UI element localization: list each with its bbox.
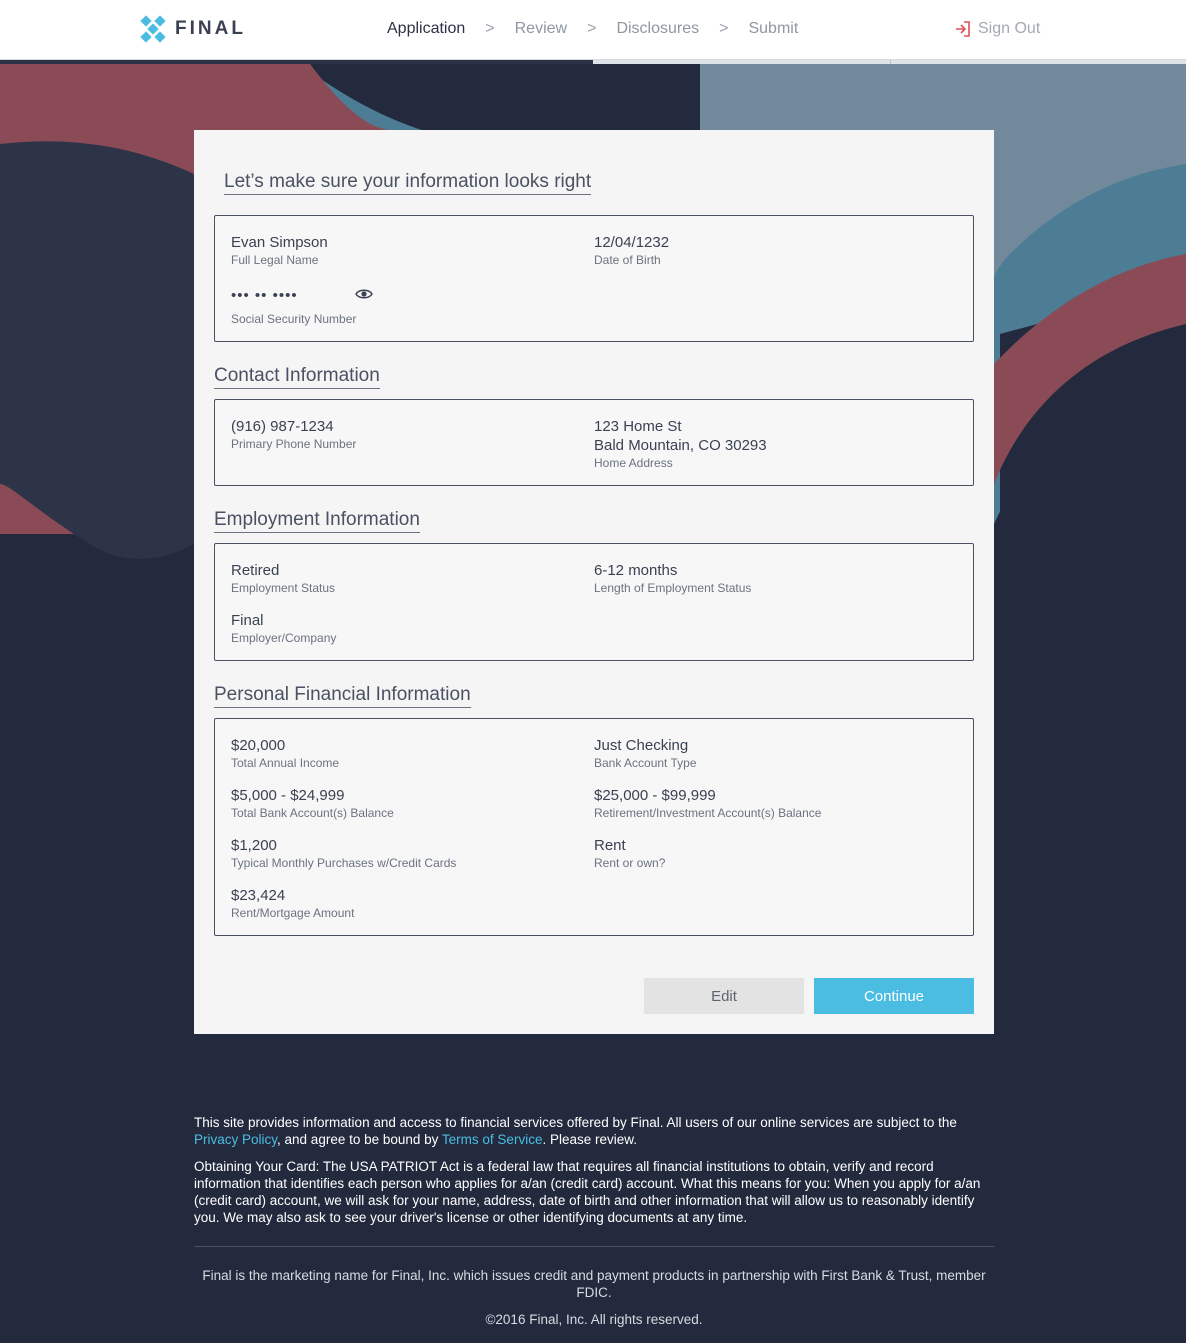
step-separator: > bbox=[719, 20, 729, 37]
progress-bar bbox=[0, 60, 1186, 64]
full-name-field: Evan Simpson Full Legal Name bbox=[231, 233, 328, 268]
full-name-label: Full Legal Name bbox=[231, 253, 319, 267]
employment-length-label: Length of Employment Status bbox=[594, 581, 752, 595]
step-application[interactable]: Application bbox=[387, 20, 465, 38]
copyright: ©2016 Final, Inc. All rights reserved. bbox=[485, 1312, 703, 1327]
sign-out-icon bbox=[956, 21, 970, 37]
contact-section-title: Contact Information bbox=[214, 365, 380, 389]
top-nav-bar: FINAL Application > Review > Disclosures… bbox=[0, 0, 1186, 60]
dob-field: 12/04/1232 Date of Birth bbox=[594, 233, 669, 268]
sign-out-button[interactable]: Sign Out bbox=[955, 20, 1040, 38]
address-line2: Bald Mountain, CO 30293 bbox=[594, 437, 767, 454]
review-card: Let’s make sure your information looks r… bbox=[194, 130, 994, 1034]
employment-status-field: Retired Employment Status bbox=[231, 561, 335, 596]
account-type-field: Just Checking Bank Account Type bbox=[594, 736, 697, 771]
phone-value: (916) 987-1234 bbox=[231, 418, 334, 435]
full-name-value: Evan Simpson bbox=[231, 234, 328, 251]
account-type-value: Just Checking bbox=[594, 737, 689, 754]
identity-box: Evan Simpson Full Legal Name 12/04/1232 … bbox=[214, 215, 974, 342]
phone-field: (916) 987-1234 Primary Phone Number bbox=[231, 417, 356, 452]
retirement-balance-field: $25,000 - $99,999 Retirement/Investment … bbox=[594, 786, 821, 821]
account-type-label: Bank Account Type bbox=[594, 756, 697, 770]
address-line1: 123 Home St bbox=[594, 418, 682, 435]
rent-amount-field: $23,424 Rent/Mortgage Amount bbox=[231, 886, 354, 921]
employer-field: Final Employer/Company bbox=[231, 611, 336, 646]
ssn-label: Social Security Number bbox=[231, 312, 357, 326]
marketing-disclaimer: Final is the marketing name for Final, I… bbox=[202, 1268, 986, 1300]
retirement-balance-label: Retirement/Investment Account(s) Balance bbox=[594, 806, 822, 820]
bank-balance-field: $5,000 - $24,999 Total Bank Account(s) B… bbox=[231, 786, 394, 821]
bank-balance-value: $5,000 - $24,999 bbox=[231, 787, 345, 804]
employer-label: Employer/Company bbox=[231, 631, 337, 645]
dob-value: 12/04/1232 bbox=[594, 234, 670, 251]
terms-of-service-link[interactable]: Terms of Service bbox=[442, 1132, 543, 1147]
footer-text: This site provides information and acces… bbox=[194, 1115, 957, 1130]
monthly-purchases-value: $1,200 bbox=[231, 837, 277, 854]
contact-box: (916) 987-1234 Primary Phone Number 123 … bbox=[214, 399, 974, 486]
financial-section-title: Personal Financial Information bbox=[214, 684, 471, 708]
patriot-act-paragraph: Obtaining Your Card: The USA PATRIOT Act… bbox=[194, 1159, 981, 1225]
employment-length-field: 6-12 months Length of Employment Status bbox=[594, 561, 751, 596]
footer: This site provides information and acces… bbox=[194, 1114, 994, 1328]
employment-length-value: 6-12 months bbox=[594, 562, 678, 579]
continue-button[interactable]: Continue bbox=[814, 978, 974, 1014]
final-logo-icon bbox=[140, 15, 166, 43]
sign-out-label: Sign Out bbox=[978, 20, 1041, 37]
step-submit[interactable]: Submit bbox=[748, 20, 798, 38]
monthly-purchases-label: Typical Monthly Purchases w/Credit Cards bbox=[231, 856, 457, 870]
footer-text: . Please review. bbox=[542, 1132, 637, 1147]
dob-label: Date of Birth bbox=[594, 253, 661, 267]
privacy-policy-link[interactable]: Privacy Policy bbox=[194, 1132, 277, 1147]
step-separator: > bbox=[587, 20, 597, 37]
employment-section-title: Employment Information bbox=[214, 509, 420, 533]
eye-icon[interactable] bbox=[355, 287, 373, 301]
rent-or-own-label: Rent or own? bbox=[594, 856, 666, 870]
ssn-field: ••• •• •••• Social Security Number bbox=[231, 286, 431, 327]
footer-text: , and agree to be bound by bbox=[277, 1132, 442, 1147]
logo[interactable]: FINAL bbox=[139, 14, 246, 44]
card-title: Let’s make sure your information looks r… bbox=[224, 171, 592, 195]
logo-text: FINAL bbox=[175, 18, 246, 39]
address-field: 123 Home St Bald Mountain, CO 30293 Home… bbox=[594, 417, 767, 471]
step-separator: > bbox=[485, 20, 495, 37]
phone-label: Primary Phone Number bbox=[231, 437, 357, 451]
ssn-masked-value: ••• •• •••• bbox=[231, 287, 298, 304]
monthly-purchases-field: $1,200 Typical Monthly Purchases w/Credi… bbox=[231, 836, 456, 871]
bank-balance-label: Total Bank Account(s) Balance bbox=[231, 806, 394, 820]
employment-status-value: Retired bbox=[231, 562, 280, 579]
income-label: Total Annual Income bbox=[231, 756, 340, 770]
rent-or-own-value: Rent bbox=[594, 837, 626, 854]
footer-divider bbox=[194, 1246, 994, 1247]
employment-box: Retired Employment Status 6-12 months Le… bbox=[214, 543, 974, 661]
financial-box: $20,000 Total Annual Income Just Checkin… bbox=[214, 718, 974, 936]
address-label: Home Address bbox=[594, 456, 673, 470]
rent-or-own-field: Rent Rent or own? bbox=[594, 836, 665, 871]
retirement-balance-value: $25,000 - $99,999 bbox=[594, 787, 716, 804]
edit-button[interactable]: Edit bbox=[644, 978, 804, 1014]
employment-status-label: Employment Status bbox=[231, 581, 336, 595]
rent-amount-label: Rent/Mortgage Amount bbox=[231, 906, 355, 920]
rent-amount-value: $23,424 bbox=[231, 887, 286, 904]
step-breadcrumb: Application > Review > Disclosures > Sub… bbox=[387, 20, 798, 38]
progress-fill bbox=[0, 60, 593, 64]
step-review[interactable]: Review bbox=[515, 20, 567, 38]
employer-value: Final bbox=[231, 612, 264, 629]
footer-terms-paragraph: This site provides information and acces… bbox=[194, 1114, 994, 1148]
step-disclosures[interactable]: Disclosures bbox=[616, 20, 699, 38]
income-field: $20,000 Total Annual Income bbox=[231, 736, 339, 771]
progress-tick bbox=[890, 60, 891, 64]
income-value: $20,000 bbox=[231, 737, 286, 754]
